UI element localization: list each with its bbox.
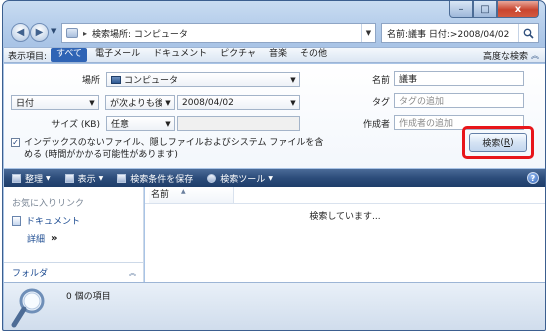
filter-tab-documents[interactable]: ドキュメント bbox=[148, 48, 212, 62]
command-toolbar: 整理 ▼ 表示 ▼ 検索条件を保存 検索ツール ▼ ? bbox=[4, 169, 545, 187]
include-nonindexed-checkbox[interactable]: ✓ bbox=[11, 138, 20, 147]
search-button-accesskey: R bbox=[503, 137, 511, 148]
forward-button[interactable]: ▶ bbox=[30, 23, 49, 42]
size-label: サイズ (KB) bbox=[51, 120, 100, 130]
advanced-search-label: 高度な検索 bbox=[482, 52, 528, 62]
search-tools-label: 検索ツール bbox=[220, 174, 266, 185]
column-header-row: 名前 ▲ bbox=[145, 187, 545, 204]
author-placeholder: 作成者の追加 bbox=[399, 119, 454, 129]
save-search-label: 検索条件を保存 bbox=[130, 174, 194, 185]
computer-icon bbox=[111, 75, 121, 84]
filter-tab-pictures[interactable]: ピクチャ bbox=[215, 48, 261, 62]
advanced-search-pane: 場所 コンピュータ ▼ 日付 ▼ が次よりも後 ▼ 2008/04/02 ▼ サ… bbox=[4, 64, 545, 168]
chevron-down-icon: ▼ bbox=[89, 98, 95, 107]
save-icon bbox=[117, 173, 127, 183]
search-status: 検索しています... bbox=[309, 212, 381, 222]
include-nonindexed-label[interactable]: インデックスのないファイル、隠しファイルおよびシステム ファイルを含める (時間… bbox=[24, 137, 324, 161]
navigation-bar: ◀ ▶ ▼ ▸ 検索場所: コンピュータ ▼ 名前:議事 日付:>2008/04… bbox=[9, 23, 539, 45]
caption-buttons: – □ x bbox=[449, 1, 539, 18]
details-label: 詳細 bbox=[27, 235, 46, 245]
favorite-documents-link[interactable]: ドキュメント bbox=[12, 214, 80, 227]
folders-pane-toggle[interactable]: フォルダ ︽ bbox=[4, 262, 144, 282]
date-picker[interactable]: 2008/04/02 ▼ bbox=[177, 95, 300, 110]
folders-label: フォルダ bbox=[12, 269, 49, 279]
back-arrow-icon: ◀ bbox=[16, 27, 25, 38]
forward-arrow-icon: ▶ bbox=[35, 27, 44, 38]
search-input[interactable]: 名前:議事 日付:>2008/04/02 bbox=[387, 27, 518, 40]
tag-label: タグ bbox=[371, 98, 390, 108]
breadcrumb-separator-icon[interactable]: ▸ bbox=[83, 29, 87, 38]
view-label: 表示 bbox=[77, 174, 96, 185]
save-search-button[interactable]: 検索条件を保存 bbox=[117, 172, 193, 185]
search-folder-icon bbox=[66, 28, 78, 38]
tag-placeholder: タグの追加 bbox=[399, 97, 445, 107]
back-button[interactable]: ◀ bbox=[11, 23, 30, 42]
filter-label: 表示項目: bbox=[8, 51, 48, 62]
author-label: 作成者 bbox=[362, 120, 390, 130]
size-select[interactable]: 任意 ▼ bbox=[106, 116, 175, 131]
chevron-down-icon: ▼ bbox=[165, 98, 171, 107]
minimize-button[interactable]: – bbox=[449, 1, 473, 18]
explorer-window: – □ x ◀ ▶ ▼ ▸ 検索場所: コンピュータ ▼ 名前:議事 日付:>2… bbox=[2, 0, 546, 331]
close-button[interactable]: x bbox=[497, 1, 539, 18]
favorite-links-title: お気に入りリンク bbox=[12, 199, 85, 209]
date-operator-select[interactable]: が次よりも後 ▼ bbox=[105, 95, 175, 110]
name-value: 議事 bbox=[399, 75, 418, 85]
item-count: 0 個の項目 bbox=[66, 292, 111, 302]
tag-field[interactable]: タグの追加 bbox=[394, 93, 524, 108]
chevron-up-icon: ︽ bbox=[129, 268, 136, 277]
location-label: 場所 bbox=[81, 76, 100, 86]
date-field-select[interactable]: 日付 ▼ bbox=[11, 95, 99, 110]
chevron-down-icon: ▼ bbox=[165, 119, 171, 128]
details-link[interactable]: 詳細 » bbox=[27, 232, 57, 245]
help-icon[interactable]: ? bbox=[527, 172, 539, 184]
address-text: 検索場所: コンピュータ bbox=[92, 29, 188, 40]
address-dropdown[interactable]: ▼ bbox=[361, 24, 375, 42]
sort-ascending-icon: ▲ bbox=[181, 188, 186, 195]
search-button[interactable]: 検索(R) bbox=[469, 133, 527, 152]
location-select[interactable]: コンピュータ ▼ bbox=[106, 72, 300, 87]
chevron-down-icon: ▼ bbox=[290, 98, 296, 107]
documents-icon bbox=[12, 215, 21, 226]
filter-tab-other[interactable]: その他 bbox=[295, 48, 332, 62]
name-field[interactable]: 議事 bbox=[394, 71, 524, 86]
chevron-down-icon: ▼ bbox=[98, 174, 104, 182]
file-list: 名前 ▲ 検索しています... bbox=[145, 187, 545, 282]
magnifier-icon bbox=[11, 288, 45, 328]
name-label: 名前 bbox=[371, 76, 390, 86]
filter-tab-email[interactable]: 電子メール bbox=[90, 48, 145, 62]
search-tools-menu[interactable]: 検索ツール ▼ bbox=[207, 172, 273, 185]
filter-bar: 表示項目: すべて 電子メール ドキュメント ピクチャ 音楽 その他 高度な検索… bbox=[4, 47, 545, 63]
maximize-button[interactable]: □ bbox=[473, 1, 497, 18]
recent-pages-dropdown[interactable]: ▼ bbox=[51, 27, 56, 35]
size-value-field bbox=[177, 116, 300, 131]
date-value: 2008/04/02 bbox=[182, 97, 234, 108]
column-header-name[interactable]: 名前 ▲ bbox=[149, 187, 234, 203]
organize-icon bbox=[12, 173, 21, 183]
column-name-label: 名前 bbox=[151, 190, 170, 200]
details-pane: 0 個の項目 bbox=[4, 282, 545, 330]
filter-tab-music[interactable]: 音楽 bbox=[264, 48, 292, 62]
chevron-down-icon: ▼ bbox=[268, 174, 273, 182]
search-button-label: 検索 bbox=[482, 139, 501, 149]
location-value: コンピュータ bbox=[124, 76, 179, 86]
advanced-search-toggle[interactable]: 高度な検索 ︽ bbox=[483, 49, 539, 62]
wrench-icon bbox=[207, 173, 217, 183]
view-menu[interactable]: 表示 ▼ bbox=[64, 172, 104, 185]
chevron-down-icon: ▼ bbox=[290, 75, 296, 84]
chevron-down-icon: ▼ bbox=[46, 174, 51, 182]
size-value: 任意 bbox=[111, 120, 130, 130]
double-chevron-right-icon: » bbox=[51, 233, 58, 244]
date-field-value: 日付 bbox=[16, 99, 35, 109]
view-icon bbox=[64, 173, 74, 183]
date-operator-value: が次よりも後 bbox=[110, 99, 162, 109]
filter-tab-all[interactable]: すべて bbox=[51, 48, 88, 62]
search-icon[interactable] bbox=[518, 24, 538, 42]
chevron-up-icon: ︽ bbox=[531, 51, 539, 60]
address-bar[interactable]: ▸ 検索場所: コンピュータ ▼ bbox=[61, 23, 376, 43]
documents-label: ドキュメント bbox=[26, 217, 81, 227]
organize-menu[interactable]: 整理 ▼ bbox=[12, 172, 51, 185]
organize-label: 整理 bbox=[25, 174, 44, 185]
search-box[interactable]: 名前:議事 日付:>2008/04/02 bbox=[381, 23, 539, 43]
